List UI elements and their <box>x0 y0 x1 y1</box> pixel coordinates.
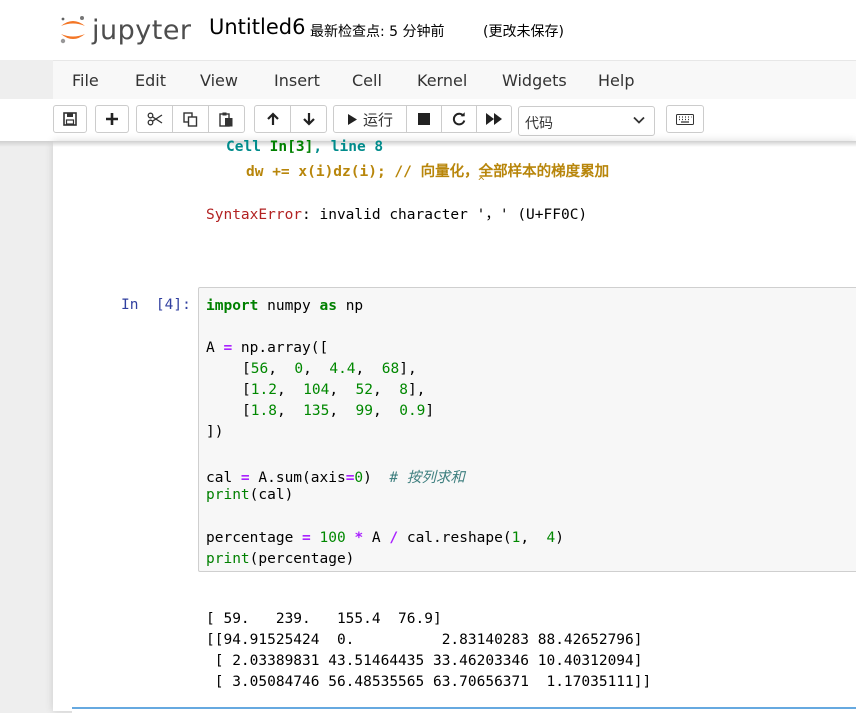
paste-button[interactable] <box>208 105 245 133</box>
menu-kernel[interactable]: Kernel <box>417 71 467 90</box>
restart-run-all-button[interactable] <box>476 105 512 133</box>
arrow-down-icon <box>302 113 315 126</box>
error-location: Cell In[3], line 8 <box>226 139 384 155</box>
menu-cell[interactable]: Cell <box>352 71 382 90</box>
code-cell-editor[interactable]: import numpy as np A = np.array([ [56, 0… <box>198 287 856 572</box>
run-group: 运行 <box>333 105 512 135</box>
move-down-button[interactable] <box>290 105 327 133</box>
input-prompt: In [4]: <box>121 297 191 313</box>
notebook-title[interactable]: Untitled6 <box>209 15 305 39</box>
code-line: [1.2, 104, 52, 8], <box>242 382 426 398</box>
save-button[interactable] <box>53 105 87 133</box>
interrupt-button[interactable] <box>406 105 442 133</box>
header: jupyter Untitled6 最新检查点: 5 分钟前 (更改未保存) <box>0 0 856 60</box>
copy-icon <box>183 111 198 127</box>
menu-widgets[interactable]: Widgets <box>502 71 567 90</box>
error-message: : invalid character '，' (U+FF0C) <box>302 207 588 223</box>
code-line: print(percentage) <box>206 551 355 567</box>
output-line: [ 3.05084746 56.48535565 63.70656371 1.1… <box>206 674 652 690</box>
move-up-button[interactable] <box>254 105 291 133</box>
save-group <box>53 105 87 135</box>
code-line: percentage = 100 * A / cal.reshape(1, 4) <box>206 530 565 546</box>
output-line: [ 59. 239. 155.4 76.9] <box>206 611 442 627</box>
insert-cell-button[interactable] <box>95 105 129 133</box>
run-button[interactable]: 运行 <box>333 105 407 133</box>
insert-group <box>95 105 129 135</box>
restart-icon <box>452 112 466 126</box>
cut-icon <box>147 112 162 126</box>
play-icon <box>347 113 357 125</box>
error-caret: ^ <box>478 175 485 188</box>
command-palette-button[interactable] <box>666 105 704 133</box>
fast-forward-icon <box>486 113 502 125</box>
code-line: ]) <box>206 424 224 440</box>
menubar: File Edit View Insert Cell Kernel Widget… <box>53 60 856 100</box>
menu-insert[interactable]: Insert <box>274 71 320 90</box>
arrow-up-icon <box>266 112 279 125</box>
cell-type-select[interactable]: 代码 <box>518 106 655 136</box>
error-code-line: dw += x(i)dz(i); // 向量化，全部样本的梯度累加 <box>246 164 610 180</box>
error-message-line: SyntaxError: invalid character '，' (U+FF… <box>206 203 587 224</box>
restart-button[interactable] <box>441 105 477 133</box>
keyboard-icon <box>676 113 694 125</box>
jupyter-logo[interactable]: jupyter <box>58 10 192 50</box>
paste-icon <box>219 112 233 127</box>
code-line: print(cal) <box>206 487 294 503</box>
code-line: [1.8, 135, 99, 0.9] <box>242 403 435 419</box>
chevron-down-icon <box>633 116 645 124</box>
error-type: SyntaxError <box>206 207 303 223</box>
jupyter-logo-icon <box>60 16 85 44</box>
code-line: cal = A.sum(axis=0) # 按列求和 <box>206 470 465 486</box>
code-line: [56, 0, 4.4, 68], <box>242 361 417 377</box>
autosave-status: (更改未保存) <box>483 24 564 40</box>
cut-button[interactable] <box>136 105 173 133</box>
output-line: [[94.91525424 0. 2.83140283 88.42652796] <box>206 632 643 648</box>
logo-text: jupyter <box>92 14 192 46</box>
menu-view[interactable]: View <box>200 71 238 90</box>
save-icon <box>63 112 77 126</box>
toolbar: 运行 <box>0 99 856 141</box>
menu-edit[interactable]: Edit <box>135 71 166 90</box>
menu-help[interactable]: Help <box>598 71 634 90</box>
code-line: A = np.array([ <box>206 340 329 356</box>
copy-button[interactable] <box>172 105 209 133</box>
stop-icon <box>418 113 430 125</box>
next-cell-edge <box>72 707 856 713</box>
checkpoint-status: 最新检查点: 5 分钟前 <box>310 24 445 40</box>
edit-group <box>136 105 245 135</box>
code-line: import numpy as np <box>206 298 364 314</box>
cell-type-value: 代码 <box>525 116 553 132</box>
output-line: [ 2.03389831 43.51464435 33.46203346 10.… <box>206 653 643 669</box>
plus-icon <box>106 113 118 125</box>
move-group <box>254 105 327 135</box>
run-label: 运行 <box>362 110 393 129</box>
header-shadow <box>0 141 856 147</box>
keyboard-group <box>666 105 704 135</box>
menu-file[interactable]: File <box>72 71 99 90</box>
